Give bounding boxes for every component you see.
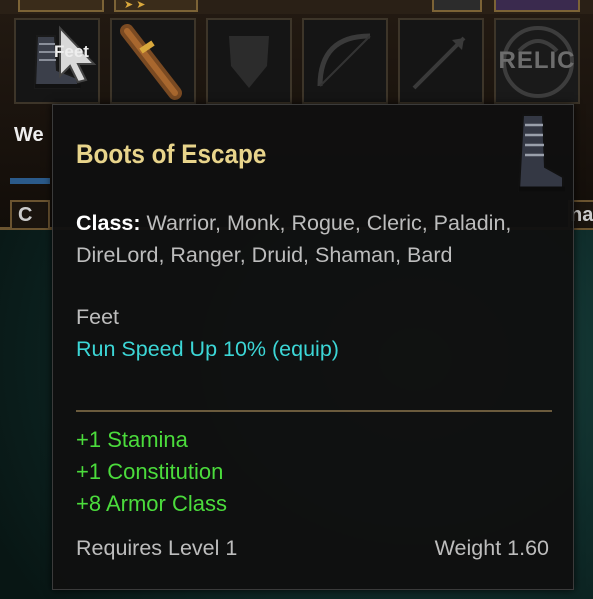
bow-slot[interactable] [302, 18, 388, 104]
top-slot-4[interactable] [494, 0, 580, 12]
progress-bar-fragment [10, 178, 50, 184]
class-list: Warrior, Monk, Rogue, Cleric, Paladin, D… [76, 211, 512, 267]
item-effect: Run Speed Up 10% (equip) [76, 337, 339, 361]
feet-slot[interactable]: Feet [14, 18, 100, 104]
bottom-left-tab[interactable]: C [10, 200, 50, 230]
shield-slot[interactable] [206, 18, 292, 104]
required-level: Requires Level 1 [76, 536, 238, 560]
tooltip-divider [76, 410, 552, 412]
class-label: Class: [76, 211, 141, 235]
bow-silhouette-icon [317, 33, 371, 87]
stat-list: +1 Stamina +1 Constitution +8 Armor Clas… [76, 424, 227, 520]
top-slot-3[interactable] [432, 0, 482, 12]
relic-label: RELIC [498, 47, 576, 74]
top-slot-1[interactable] [18, 0, 104, 12]
feet-slot-label: Feet [54, 42, 89, 61]
wooden-staff-icon [120, 24, 182, 100]
arrow-silhouette-icon [412, 36, 466, 90]
top-slot-2[interactable]: ➤ ➤ [114, 0, 198, 12]
stat-stamina: +1 Stamina [76, 427, 188, 452]
item-title: Boots of Escape [76, 139, 267, 169]
boots-icon [517, 114, 565, 192]
stat-constitution: +1 Constitution [76, 459, 224, 484]
shield-silhouette-icon [229, 36, 269, 88]
item-weight: Weight 1.60 [434, 536, 549, 560]
item-details: Class: Warrior, Monk, Rogue, Cleric, Pal… [76, 207, 556, 365]
ammo-slot[interactable] [398, 18, 484, 104]
item-tooltip: Boots of Escape Class: Warrior, Monk, Ro… [52, 104, 574, 590]
stat-armor-class: +8 Armor Class [76, 491, 227, 516]
arrow-pair-icon: ➤ ➤ [124, 0, 146, 11]
range-slot[interactable] [110, 18, 196, 104]
weapon-label-partial: We [14, 124, 44, 146]
equip-slot-name: Feet [76, 305, 120, 329]
relic-slot[interactable]: RELIC [494, 18, 580, 104]
class-line: Class: Warrior, Monk, Rogue, Cleric, Pal… [76, 207, 556, 271]
